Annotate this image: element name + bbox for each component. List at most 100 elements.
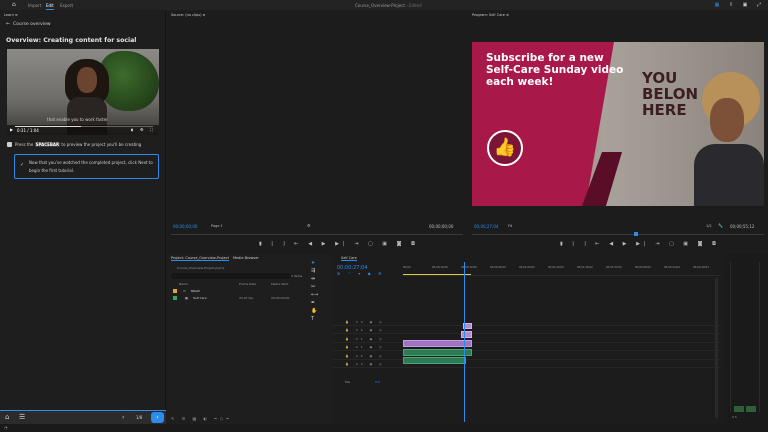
program-playhead[interactable] [634,232,638,236]
project-row-braw[interactable]: BRAW [191,289,200,293]
mix-label: Mix [345,380,351,384]
column-media-start[interactable]: Media Start [271,282,288,286]
program-fit-select[interactable]: Fit [508,224,512,228]
slip-icon[interactable]: ⟷ [311,291,319,299]
folder-icon: ▭ [183,289,186,293]
ripple-edit-icon[interactable]: ⇹ [311,275,319,283]
track-header-a3[interactable]: 🔒 A3 ◉ ◎ [345,362,385,366]
program-monitor-title: Program: Self Care ≡ [472,13,509,17]
meter-right [746,406,756,412]
timeline-toolbar[interactable]: ⊞ ◠ ▾ ◆ ⚙ [337,271,385,276]
home-icon[interactable]: ⌂ [12,2,18,8]
mix-value[interactable]: 0.0 [375,380,380,384]
spacebar-key: SPACEBAR [34,142,61,147]
learn-footer: ⌂ ☰ ‹ 1/8 › [0,410,166,424]
project-item-count: 2 items [291,274,303,278]
wall-text: YOU BELON HERE [642,69,699,119]
track-row: 🔒 A3 ◉ ◎ [333,360,721,368]
track-header-v3[interactable]: 🔒 V3 ◉ ◎ [345,320,385,324]
fullscreen-video-icon[interactable]: ⛶ [150,127,153,132]
home-icon[interactable]: ⌂ [5,413,9,421]
timeline-tab[interactable]: Self Care [341,256,357,261]
source-page-select[interactable]: Page 1 [211,224,223,228]
course-overview-link[interactable]: Course overview [13,22,51,27]
type-icon[interactable]: T [311,315,319,323]
learn-panel-header: Learn ≡ [4,13,18,17]
clip-v1[interactable] [403,340,472,347]
razor-icon[interactable]: ✂ [311,283,319,291]
program-timecode[interactable]: 00;00;27;04 [474,224,498,229]
video-controls: ▶ 0:31 / 1:04 ◖ ⚙ ⛶ [7,125,159,135]
source-scrubber[interactable] [171,234,463,235]
video-time: 0:31 / 1:04 [17,128,39,133]
program-scrubber[interactable] [472,234,764,235]
workspace-edit[interactable]: Edit [46,3,54,10]
status-icon: ◔ [4,425,8,430]
track-select-icon[interactable]: ⇶ [311,267,319,275]
list-icon[interactable]: ☰ [19,413,25,421]
tools-panel: ➤ ⇶ ⇹ ✂ ⟷ ✒ ✋ T [308,254,332,424]
woman-image [694,72,764,206]
workspace-icon[interactable]: ▦ [714,2,720,8]
program-transport-controls[interactable]: ▮ ⌊ ⌋ ⇤ ◀ ▶ ▶| ⇥ ▢ ▣ ◙ ◘ [560,241,720,247]
fullscreen-icon[interactable]: ⤢ [756,2,762,8]
hand-icon[interactable]: ✋ [311,307,319,315]
page-indicator: 1/8 [136,415,143,420]
document-title: Course_Overview-Project - Edited [355,3,422,8]
project-search-input[interactable] [171,273,291,279]
clip-v2[interactable] [461,331,472,338]
next-button[interactable]: › [151,412,164,423]
program-frame: YOU BELON HERE Subscribe for a new Self-… [472,42,764,206]
status-bar: ◔ [0,424,768,432]
track-row: 🔒 A2 ◉ ◎ [333,352,721,360]
track-header-a2[interactable]: 🔒 A2 ◉ ◎ [345,354,385,358]
timeline-panel: Self Care 00;00;27;04 ⊞ ◠ ▾ ◆ ⚙ 00;00 00;… [333,254,723,424]
project-row-self-care[interactable]: Self Care [193,296,207,300]
program-resolution-select[interactable]: 1/2 [706,224,712,228]
notifications-icon[interactable]: ▣ [742,2,748,8]
tab-media-browser[interactable]: Media Browser [233,256,259,260]
play-icon[interactable]: ▶ [10,127,13,132]
ruler-tick: 00;01;04;02 [519,266,535,269]
source-transport-controls[interactable]: ▮ ⌊ ⌋ ⇤ ◀ ▶ ▶| ⇥ ▢ ▣ ◙ ◘ [259,241,419,247]
step-instruction: Press the SPACEBAR to preview the projec… [15,142,142,147]
column-name[interactable]: Name [179,282,188,286]
workspace-export[interactable]: Export [60,3,73,8]
program-duration: 00;00;55;12 [730,224,755,229]
timeline-playhead[interactable] [464,262,465,422]
source-timecode[interactable]: 00;00;00;00 [173,224,197,229]
source-monitor-title: Source: (no clips) ≡ [171,13,206,17]
track-header-v1[interactable]: 🔒 V1 ◉ ◎ [345,337,385,341]
quick-export-icon[interactable]: ⇪ [728,2,734,8]
track-row: 🔒 V1 ◉ ◎ [333,335,721,343]
lesson-title: Overview: Creating content for social [6,37,137,44]
project-panel: Project: Course_Overview-Project Media B… [167,254,307,424]
source-settings-icon[interactable]: ⚙ [307,223,311,228]
selection-tool-icon[interactable]: ➤ [311,259,319,267]
volume-icon[interactable]: ◖ [131,127,133,132]
graphic-headline: Subscribe for a new Self-Care Sunday vid… [486,52,624,88]
meter-left [734,406,744,412]
track-header-a1[interactable]: 🔒 A1 ◉ ◎ [345,345,385,349]
tutorial-video[interactable]: that enable you to work faster ▶ 0:31 / … [7,49,159,135]
workspace-import[interactable]: Import [28,3,41,8]
ruler-tick: 00;00;48;00 [490,266,506,269]
clip-a1[interactable] [403,349,472,356]
ruler-tick: 00;02;40;04 [693,266,709,269]
project-path: Course_Overview-Project.prproj [177,266,225,270]
project-footer-controls[interactable]: ✎ ☰ ▦ ◐ ━○━ [171,416,232,421]
timeline-vertical-scrollbar[interactable] [715,278,718,418]
pen-icon[interactable]: ✒ [311,299,319,307]
tab-project[interactable]: Project: Course_Overview-Project [171,256,229,261]
ruler-tick: 00;02;08;04 [635,266,651,269]
step-checkbox[interactable] [7,142,12,147]
audio-meters: S S [724,254,768,424]
back-arrow-icon[interactable]: ← [6,21,10,27]
column-frame-rate[interactable]: Frame Rate [239,282,256,286]
settings-icon[interactable]: ⚙ [140,127,144,132]
track-header-v2[interactable]: 🔒 V2 ◉ ◎ [345,328,385,332]
program-settings-icon[interactable]: 🔧 [718,223,723,228]
ruler-tick: 00;00 [403,266,411,269]
clip-a2[interactable] [403,357,466,364]
previous-icon[interactable]: ‹ [122,414,124,421]
